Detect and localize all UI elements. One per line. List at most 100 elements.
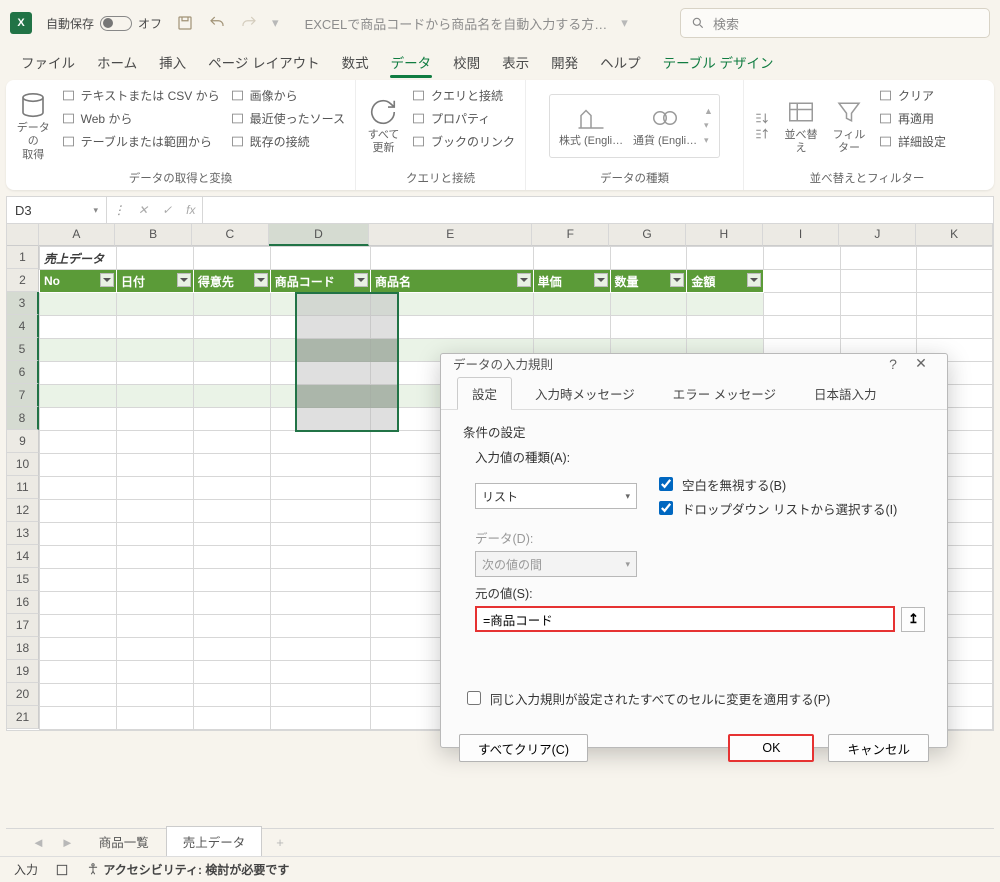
cell[interactable]	[270, 247, 370, 270]
cell[interactable]: 金額	[687, 270, 764, 293]
cell[interactable]	[193, 569, 270, 592]
cell[interactable]	[40, 569, 117, 592]
cell[interactable]	[193, 638, 270, 661]
dialog-tab[interactable]: エラー メッセージ	[658, 377, 791, 409]
allow-select[interactable]: リスト▾	[475, 483, 637, 509]
cell[interactable]	[40, 546, 117, 569]
select-all-corner[interactable]	[7, 224, 39, 246]
cell[interactable]	[40, 339, 117, 362]
cell[interactable]	[687, 247, 764, 270]
cell[interactable]	[371, 293, 534, 316]
cell[interactable]	[270, 638, 370, 661]
cell[interactable]	[270, 431, 370, 454]
column-header[interactable]: J	[839, 224, 916, 246]
row-header[interactable]: 2	[7, 269, 39, 292]
row-header[interactable]: 12	[7, 499, 39, 522]
cell[interactable]	[193, 316, 270, 339]
range-picker-button[interactable]: ↥	[901, 607, 925, 632]
cell[interactable]	[193, 615, 270, 638]
cell[interactable]	[916, 316, 992, 339]
sort-az-icon[interactable]	[754, 111, 772, 125]
row-header[interactable]: 17	[7, 614, 39, 637]
ribbon-item[interactable]: 最近使ったソース	[226, 107, 349, 130]
column-header[interactable]: G	[609, 224, 686, 246]
cell[interactable]	[610, 247, 687, 270]
cell[interactable]	[687, 293, 764, 316]
cell[interactable]: No	[40, 270, 117, 293]
redo-icon[interactable]	[240, 14, 258, 32]
cell[interactable]	[193, 454, 270, 477]
cell[interactable]	[840, 247, 916, 270]
in-cell-dropdown-checkbox[interactable]	[659, 501, 673, 515]
cell[interactable]	[40, 500, 117, 523]
help-button[interactable]: ?	[879, 356, 907, 372]
column-header[interactable]: F	[532, 224, 609, 246]
cell[interactable]	[193, 477, 270, 500]
new-sheet-button[interactable]: +	[262, 835, 298, 850]
cell[interactable]	[116, 339, 193, 362]
cell[interactable]	[40, 523, 117, 546]
row-header[interactable]: 14	[7, 545, 39, 568]
cell[interactable]	[116, 546, 193, 569]
cell[interactable]	[270, 615, 370, 638]
apply-all-checkbox[interactable]	[467, 691, 481, 705]
column-header[interactable]: H	[686, 224, 763, 246]
enter-icon[interactable]: ✓	[155, 203, 179, 217]
cell[interactable]	[533, 293, 610, 316]
row-header[interactable]: 1	[7, 246, 39, 269]
column-header[interactable]: B	[115, 224, 192, 246]
column-header[interactable]: D	[269, 224, 369, 246]
accessibility-status[interactable]: アクセシビリティ: 検討が必要です	[86, 861, 289, 878]
cell[interactable]	[270, 500, 370, 523]
sheet-tab[interactable]: 商品一覧	[82, 826, 166, 859]
row-header[interactable]: 7	[7, 384, 39, 407]
sheet-nav-prev[interactable]: ◄	[24, 835, 53, 850]
cell[interactable]	[40, 615, 117, 638]
cell[interactable]	[270, 684, 370, 707]
cell[interactable]	[840, 270, 916, 293]
cell[interactable]	[40, 454, 117, 477]
cell[interactable]	[193, 523, 270, 546]
dialog-tab[interactable]: 日本語入力	[799, 377, 892, 409]
get-data-button[interactable]: データの 取得	[12, 84, 55, 168]
cell[interactable]	[840, 316, 916, 339]
cell[interactable]	[40, 408, 117, 431]
tab-ホーム[interactable]: ホーム	[86, 46, 148, 80]
row-header[interactable]: 6	[7, 361, 39, 384]
cell[interactable]	[193, 500, 270, 523]
cell[interactable]	[193, 707, 270, 730]
row-header[interactable]: 8	[7, 407, 39, 430]
cell[interactable]	[371, 247, 534, 270]
source-input[interactable]	[475, 606, 895, 632]
cell[interactable]	[764, 247, 840, 270]
cell[interactable]: 単価	[533, 270, 610, 293]
cell[interactable]	[533, 316, 610, 339]
cell[interactable]	[116, 500, 193, 523]
cell[interactable]	[40, 477, 117, 500]
search-box[interactable]: 検索	[680, 8, 990, 38]
cell[interactable]	[764, 270, 840, 293]
cell[interactable]	[193, 408, 270, 431]
fx-icon[interactable]: fx	[179, 203, 202, 217]
cell[interactable]	[270, 707, 370, 730]
cell[interactable]	[270, 316, 370, 339]
cell[interactable]	[193, 684, 270, 707]
dialog-tab[interactable]: 設定	[457, 377, 512, 409]
ribbon-item[interactable]: Web から	[57, 107, 224, 130]
row-header[interactable]: 16	[7, 591, 39, 614]
currency-button[interactable]: 通貨 (Engli…	[630, 99, 700, 152]
column-header[interactable]: E	[369, 224, 532, 246]
row-header[interactable]: 5	[7, 338, 39, 361]
cell[interactable]	[193, 431, 270, 454]
cell[interactable]: 数量	[610, 270, 687, 293]
row-header[interactable]: 20	[7, 683, 39, 706]
row-header[interactable]: 19	[7, 660, 39, 683]
cell[interactable]	[193, 247, 270, 270]
cell[interactable]	[270, 362, 370, 385]
sort-za-icon[interactable]	[754, 127, 772, 141]
tab-数式[interactable]: 数式	[331, 46, 380, 80]
cell[interactable]	[40, 316, 117, 339]
cell[interactable]	[40, 661, 117, 684]
cell[interactable]	[270, 339, 370, 362]
name-box[interactable]: D3▾	[7, 197, 107, 223]
